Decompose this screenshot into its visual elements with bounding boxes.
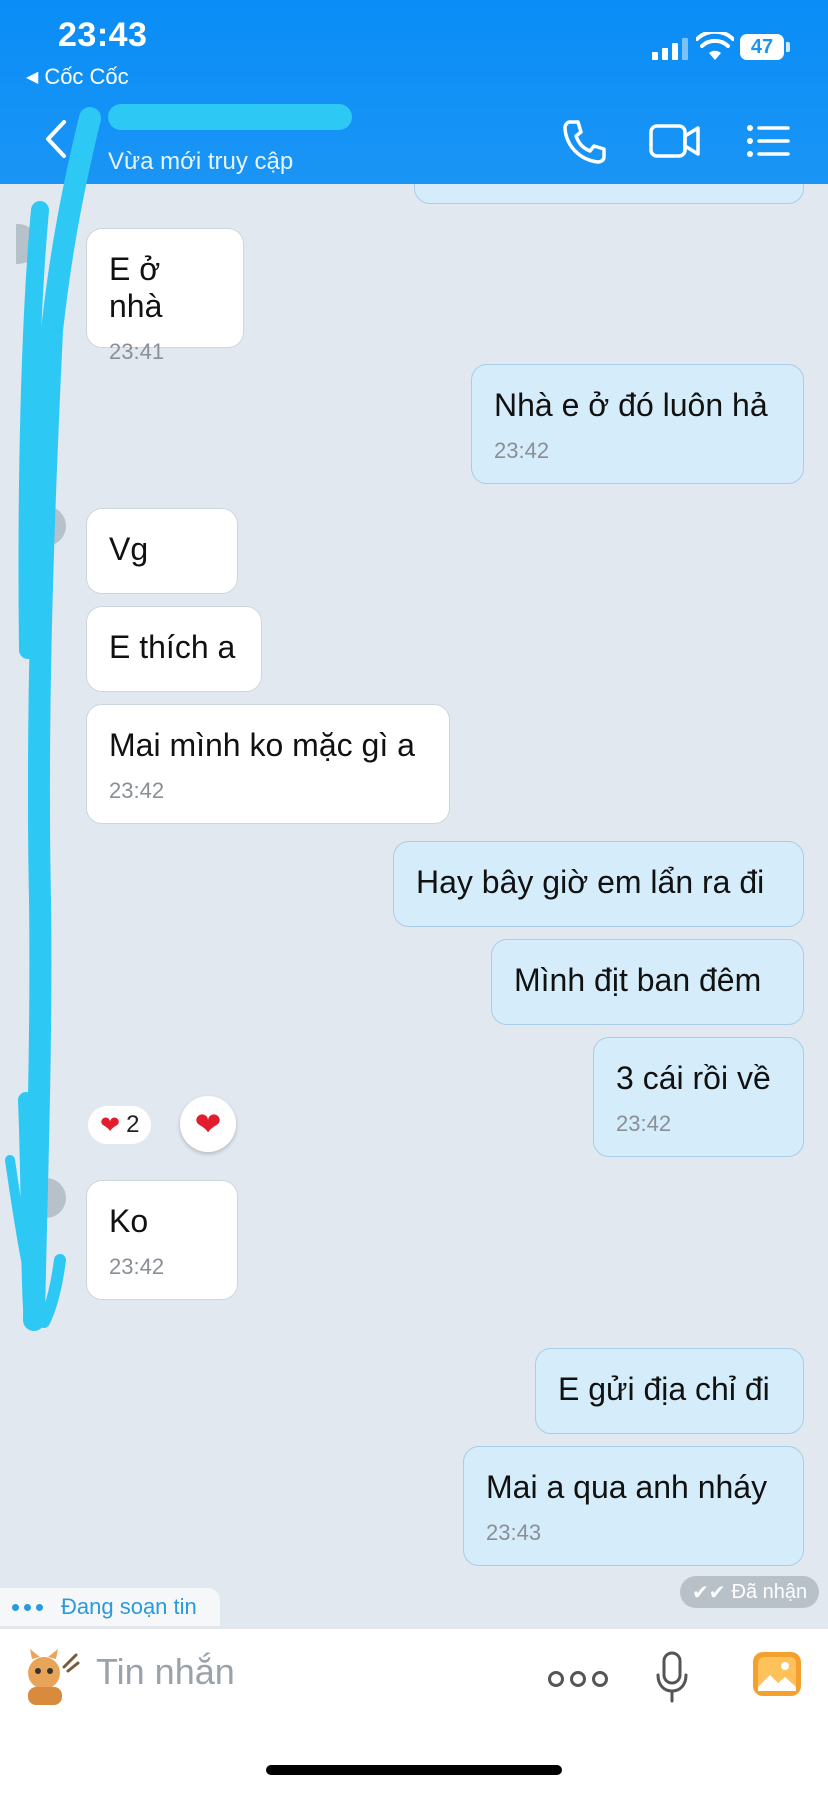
menu-list-icon[interactable] xyxy=(746,118,790,164)
message-time: 23:42 xyxy=(109,778,165,803)
delivered-status: ✔✔ Đã nhận xyxy=(680,1576,820,1608)
message-bubble[interactable]: E ở nhà 23:41 xyxy=(86,228,244,364)
message-text: E ở nhà xyxy=(109,251,163,324)
message-bubble[interactable]: E thích a xyxy=(86,606,262,692)
delivered-label: Đã nhận xyxy=(731,1580,808,1603)
avatar[interactable] xyxy=(44,1178,66,1218)
heart-icon: ❤ xyxy=(100,1111,121,1139)
battery-icon: 47 xyxy=(740,34,790,60)
message-text: Vg xyxy=(109,531,149,567)
message-time: 23:42 xyxy=(616,1111,672,1136)
message-bubble-clipped[interactable] xyxy=(414,184,804,204)
message-text: 3 cái rồi về xyxy=(616,1060,771,1096)
double-check-icon: ✔✔ xyxy=(692,1581,726,1604)
message-bubble[interactable]: E gửi địa chỉ đi xyxy=(535,1348,804,1434)
back-app-label: Cốc Cốc xyxy=(44,64,129,89)
typing-dots-icon xyxy=(12,1603,43,1611)
message-bubble[interactable]: Hay bây giờ em lẩn ra đi xyxy=(393,841,804,927)
message-bubble[interactable]: Vg xyxy=(86,508,238,594)
message-text: Nhà e ở đó luôn hả xyxy=(494,387,768,423)
microphone-icon[interactable] xyxy=(654,1651,690,1703)
message-bubble[interactable]: Ko 23:42 xyxy=(86,1180,238,1300)
react-heart-button[interactable]: ❤ xyxy=(180,1096,236,1152)
message-bubble[interactable]: Mai mình ko mặc gì a 23:42 xyxy=(86,704,450,824)
message-time: 23:42 xyxy=(494,438,550,463)
back-to-app-link[interactable]: ◀ Cốc Cốc xyxy=(26,64,129,90)
message-text: Mình địt ban đêm xyxy=(514,962,762,998)
message-bubble[interactable]: 3 cái rồi về 23:42 xyxy=(593,1037,804,1157)
typing-indicator: Đang soạn tin xyxy=(0,1588,220,1626)
reaction-summary[interactable]: ❤ 2 xyxy=(88,1106,152,1144)
message-input[interactable]: Tin nhắn xyxy=(96,1651,235,1693)
message-time: 23:41 xyxy=(109,339,165,364)
avatar[interactable] xyxy=(16,224,38,264)
reaction-count: 2 xyxy=(126,1111,140,1138)
message-bubble[interactable]: Mình địt ban đêm xyxy=(491,939,804,1025)
message-bubble[interactable]: Mai a qua anh nháy 23:43 xyxy=(463,1446,804,1566)
signal-icon xyxy=(652,36,688,60)
contact-status: Vừa mới truy cập xyxy=(108,148,294,175)
message-time: 23:42 xyxy=(109,1254,165,1279)
message-list[interactable]: E ở nhà 23:41 Nhà e ở đó luôn hả 23:42 V… xyxy=(0,184,828,1628)
typing-label: Đang soạn tin xyxy=(61,1594,197,1619)
wifi-icon xyxy=(696,32,734,60)
avatar[interactable] xyxy=(44,506,66,546)
redaction-mark xyxy=(108,104,352,130)
back-chevron-icon[interactable] xyxy=(42,118,70,160)
message-bubble[interactable]: Nhà e ở đó luôn hả 23:42 xyxy=(471,364,804,484)
message-time: 23:43 xyxy=(486,1520,542,1545)
message-text: Mai mình ko mặc gì a xyxy=(109,727,415,763)
video-call-icon[interactable] xyxy=(648,118,702,164)
chat-header: 23:43 ◀ Cốc Cốc 47 Vừa mới truy cập xyxy=(0,0,828,184)
more-options-icon[interactable] xyxy=(548,1671,608,1687)
sticker-icon[interactable] xyxy=(14,1647,82,1711)
heart-icon: ❤ xyxy=(194,1106,222,1142)
message-text: Hay bây giờ em lẩn ra đi xyxy=(416,864,765,900)
phone-icon[interactable] xyxy=(562,118,606,164)
message-text: E gửi địa chỉ đi xyxy=(558,1371,770,1407)
message-text: Mai a qua anh nháy xyxy=(486,1469,768,1505)
status-time: 23:43 xyxy=(58,16,148,54)
message-text: Ko xyxy=(109,1203,149,1239)
home-indicator[interactable] xyxy=(266,1765,562,1775)
message-text: E thích a xyxy=(109,629,236,665)
photo-gallery-icon[interactable] xyxy=(752,1651,802,1697)
battery-level: 47 xyxy=(740,34,784,60)
back-triangle-icon: ◀ xyxy=(26,69,39,86)
